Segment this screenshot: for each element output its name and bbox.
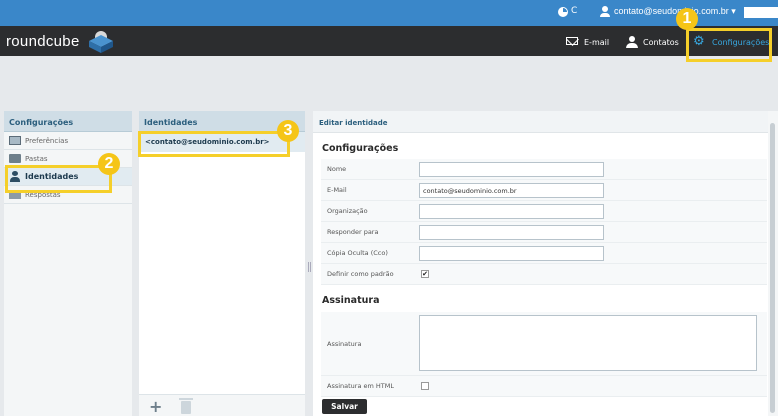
name-label: Nome [327,165,347,173]
callout-box-3 [138,131,290,157]
callout-number-3: 3 [277,120,299,142]
html-signature-label: Assinatura em HTML [327,382,395,390]
trash-icon[interactable] [179,398,193,414]
list-footer: + [139,394,305,416]
edit-identity-panel: Editar identidade Configurações Nome E-M… [313,111,778,416]
bcc-label: Cópia Oculta (Cco) [327,249,388,257]
signature-textarea[interactable] [419,315,757,371]
scrollbar-thumb[interactable] [770,123,775,413]
bcc-row: Cópia Oculta (Cco) [321,243,767,264]
html-signature-checkbox[interactable] [421,382,429,390]
roundcube-logo-icon [89,31,113,53]
organization-field[interactable] [419,204,604,219]
sidebar-item-preferences[interactable]: Preferências [4,132,132,150]
nav-email[interactable]: E-mail [584,38,609,47]
folder-icon [9,154,21,163]
email-field[interactable]: contato@seudominio.com.br [419,183,604,198]
save-button[interactable]: Salvar [322,399,367,414]
quota-pie-icon [558,7,568,17]
nav-contacts[interactable]: Contatos [643,38,679,47]
callout-number-2: 2 [98,153,120,175]
signature-row: Assinatura [321,312,767,376]
quota-letter: C [571,6,578,16]
sidebar-item-label: Pastas [25,155,48,163]
sidebar-item-label: Preferências [25,137,69,145]
reply-to-field[interactable] [419,225,604,240]
panel-splitter[interactable] [308,262,311,272]
reply-to-row: Responder para [321,222,767,243]
user-field [744,7,778,18]
email-label: E-Mail [327,186,347,194]
callout-box-1 [686,28,772,62]
edit-identity-title: Editar identidade [313,111,778,133]
logo-text: roundcube [6,33,80,50]
scrollbar[interactable] [768,111,778,416]
email-row: E-Mail contato@seudominio.com.br [321,180,767,201]
user-menu[interactable]: contato@seudominio.com.br ▾ [614,6,736,17]
mail-icon [566,37,578,45]
name-row: Nome [321,159,767,180]
bcc-field[interactable] [419,246,604,261]
signature-label: Assinatura [327,340,362,348]
organization-label: Organização [327,207,368,215]
default-row: Definir como padrão ✔ [321,264,767,285]
callout-box-2 [5,165,112,193]
monitor-icon [9,136,21,145]
section-signature-heading: Assinatura [322,295,380,306]
html-signature-row: Assinatura em HTML [321,376,767,397]
reply-to-label: Responder para [327,228,379,236]
user-icon [600,6,610,18]
add-identity-icon[interactable]: + [149,397,162,416]
contacts-icon [626,36,638,48]
sidebar-title: Configurações [4,111,132,132]
header: roundcube E-mail Contatos ⚙ Configuraçõe… [0,26,778,56]
default-checkbox[interactable]: ✔ [421,270,429,278]
section-settings-heading: Configurações [322,143,399,154]
name-field[interactable] [419,162,604,177]
default-label: Definir como padrão [327,270,394,278]
callout-number-1: 1 [676,8,698,30]
organization-row: Organização [321,201,767,222]
top-bar: C contato@seudominio.com.br ▾ [0,0,778,26]
